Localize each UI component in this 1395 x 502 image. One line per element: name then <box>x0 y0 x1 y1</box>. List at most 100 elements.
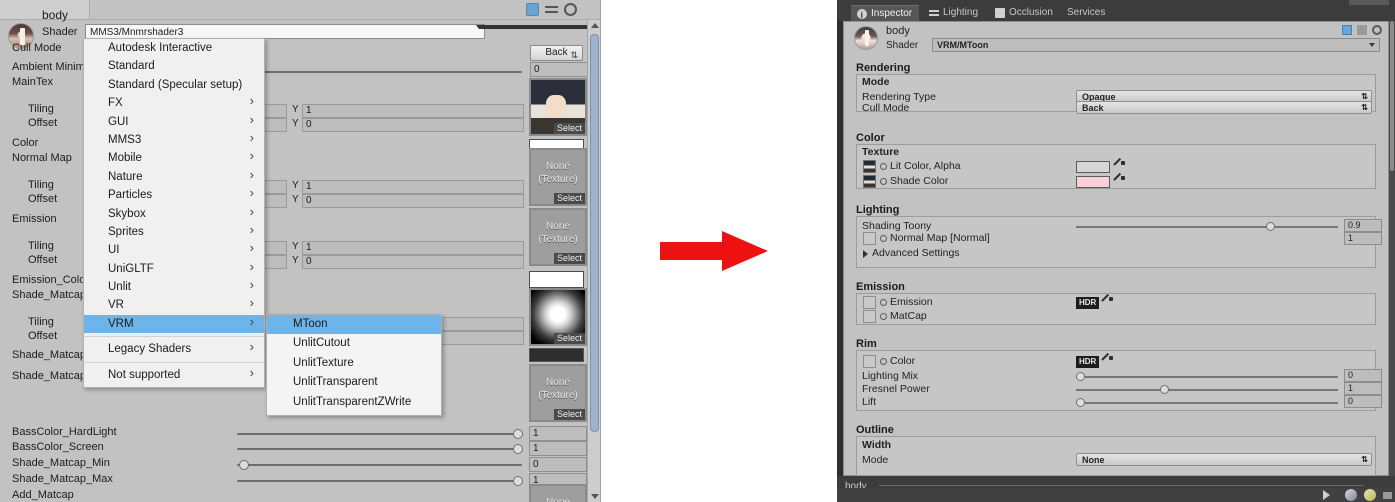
menu-item-particles[interactable]: Particles <box>84 184 264 204</box>
menu-item-autodesk-interactive[interactable]: Autodesk Interactive <box>84 39 264 57</box>
tab-services[interactable]: Services <box>1061 5 1117 21</box>
fresnel-power-slider[interactable] <box>1076 383 1338 396</box>
select-button[interactable]: Select <box>553 253 585 264</box>
shade-matcap-max-slider[interactable] <box>237 474 523 488</box>
slider-knob[interactable] <box>513 429 523 439</box>
eyedropper-icon[interactable] <box>1102 297 1113 309</box>
hdr-badge-emission[interactable]: HDR <box>1076 297 1100 309</box>
slider-knob[interactable] <box>1160 384 1169 394</box>
tab-lighting[interactable]: Lighting <box>923 5 987 21</box>
slider-knob[interactable] <box>1266 221 1275 231</box>
slider-knob[interactable] <box>239 460 249 470</box>
scrollbar-thumb[interactable] <box>590 34 599 432</box>
shade-matcap-texture-slot[interactable]: Select <box>529 288 587 346</box>
cull-mode-popup[interactable]: Back ⇅ <box>1076 101 1372 114</box>
menu-item-skybox[interactable]: Skybox <box>84 203 264 223</box>
shade-matcap-texture-slot-2[interactable]: None (Texture) Select <box>529 364 587 422</box>
menu-item-fx[interactable]: FX <box>84 92 264 112</box>
scroll-down-arrow-icon[interactable] <box>591 494 599 499</box>
maintex-texture-slot[interactable]: Select <box>529 78 587 136</box>
lighting-mix-value[interactable]: 0 <box>1344 369 1382 382</box>
slider-knob[interactable] <box>1076 397 1085 407</box>
basscolor-hardlight-slider[interactable] <box>237 427 523 441</box>
ambient-minimum-field[interactable]: 0 <box>530 62 588 77</box>
gear-icon[interactable] <box>564 3 577 16</box>
shader-dropdown[interactable]: MMS3/Mnmrshader3 <box>85 24 485 39</box>
menu-item-standard[interactable]: Standard <box>84 57 264 75</box>
lift-value[interactable]: 0 <box>1344 395 1382 408</box>
menu-item-unlittransparent[interactable]: UnlitTransparent <box>267 373 441 392</box>
sliders-icon[interactable] <box>1357 25 1367 35</box>
menu-item-legacy-shaders[interactable]: Legacy Shaders <box>84 338 264 358</box>
select-button[interactable]: Select <box>553 409 585 420</box>
menu-item-sprites[interactable]: Sprites <box>84 221 264 241</box>
normal-map-radio[interactable] <box>880 235 887 242</box>
menu-item-unlittransparentzwrite[interactable]: UnlitTransparentZWrite <box>267 393 441 412</box>
lift-slider[interactable] <box>1076 396 1338 409</box>
sphere-icon[interactable] <box>1345 489 1357 501</box>
scrollbar-thumb[interactable] <box>1390 21 1394 171</box>
matcap-radio[interactable] <box>880 313 887 320</box>
menu-item-mtoon[interactable]: MToon <box>267 315 441 335</box>
menu-item-ui[interactable]: UI <box>84 239 264 259</box>
tiling-y-field-2[interactable]: 1 <box>302 180 524 194</box>
ambient-minimum-slider[interactable] <box>237 65 522 79</box>
emission-texture-slot[interactable] <box>863 296 876 309</box>
left-panel-scrollbar[interactable] <box>587 20 600 502</box>
cull-mode-popup[interactable]: Back ⇅ <box>530 45 583 61</box>
menu-item-unlit[interactable]: Unlit <box>84 276 264 296</box>
light-icon[interactable] <box>1364 489 1376 501</box>
outline-mode-popup[interactable]: None ⇅ <box>1076 453 1372 466</box>
eyedropper-icon[interactable] <box>1102 356 1113 368</box>
gear-icon[interactable] <box>1372 25 1382 35</box>
preset-icon[interactable] <box>526 3 539 16</box>
basscolor-screen-value[interactable]: 1 <box>529 441 587 456</box>
lit-color-swatch[interactable] <box>1076 161 1110 173</box>
shading-toony-value[interactable]: 0.9 <box>1344 219 1382 232</box>
preset-icon[interactable] <box>1342 25 1352 35</box>
menu-item-vrm[interactable]: VRM <box>84 313 264 334</box>
menu-item-mobile[interactable]: Mobile <box>84 147 264 167</box>
tiling-y-field-1[interactable]: 1 <box>302 104 524 118</box>
hdr-badge-rim[interactable]: HDR <box>1076 356 1100 368</box>
select-button[interactable]: Select <box>553 123 585 134</box>
select-button[interactable]: Select <box>553 333 585 344</box>
chevron-right-icon[interactable] <box>863 250 868 258</box>
shade-matcap-min-value[interactable]: 0 <box>529 457 587 472</box>
sliders-icon[interactable] <box>545 3 558 16</box>
shade-color-swatch[interactable] <box>1076 176 1110 188</box>
lighting-mix-slider[interactable] <box>1076 370 1338 383</box>
menu-item-uniglft[interactable]: UniGLTF <box>84 258 264 278</box>
shade-matcap-min-slider[interactable] <box>237 458 522 472</box>
scroll-up-arrow-icon[interactable] <box>591 23 599 28</box>
slider-knob[interactable] <box>1076 371 1085 381</box>
shader-dropdown[interactable]: VRM/MToon <box>932 38 1380 52</box>
menu-item-unlittexture[interactable]: UnlitTexture <box>267 354 441 373</box>
tiling-y-field-3[interactable]: 1 <box>302 241 524 255</box>
menu-item-vr[interactable]: VR <box>84 294 264 314</box>
normal-map-value[interactable]: 1 <box>1344 232 1382 245</box>
menu-item-nature[interactable]: Nature <box>84 166 264 186</box>
basscolor-hardlight-value[interactable]: 1 <box>529 426 587 441</box>
normal-map-texture-slot[interactable] <box>863 232 876 245</box>
fresnel-power-value[interactable]: 1 <box>1344 382 1382 395</box>
eyedropper-icon[interactable] <box>1114 176 1125 188</box>
rim-color-radio[interactable] <box>880 358 887 365</box>
grid-icon[interactable] <box>1383 492 1392 499</box>
offset-y-field-3[interactable]: 0 <box>302 255 524 269</box>
eyedropper-icon[interactable] <box>1114 161 1125 173</box>
menu-item-mms3[interactable]: MMS3 <box>84 129 264 149</box>
menu-item-standard-specular[interactable]: Standard (Specular setup) <box>84 76 264 94</box>
menu-item-unlitcutout[interactable]: UnlitCutout <box>267 334 441 353</box>
tab-inspector[interactable]: Inspector <box>851 5 919 23</box>
menu-item-not-supported[interactable]: Not supported <box>84 364 264 384</box>
shade-matcap-color-swatch[interactable] <box>529 348 584 362</box>
emission-color-swatch[interactable] <box>529 271 584 288</box>
label-advanced-settings[interactable]: Advanced Settings <box>872 247 960 259</box>
right-panel-scrollbar[interactable] <box>1389 21 1395 476</box>
shade-color-texture-thumbnail[interactable] <box>863 175 876 188</box>
emission-radio[interactable] <box>880 299 887 306</box>
shade-color-radio[interactable] <box>880 178 887 185</box>
emission-texture-slot[interactable]: None (Texture) Select <box>529 208 587 266</box>
rim-color-texture-slot[interactable] <box>863 355 876 368</box>
